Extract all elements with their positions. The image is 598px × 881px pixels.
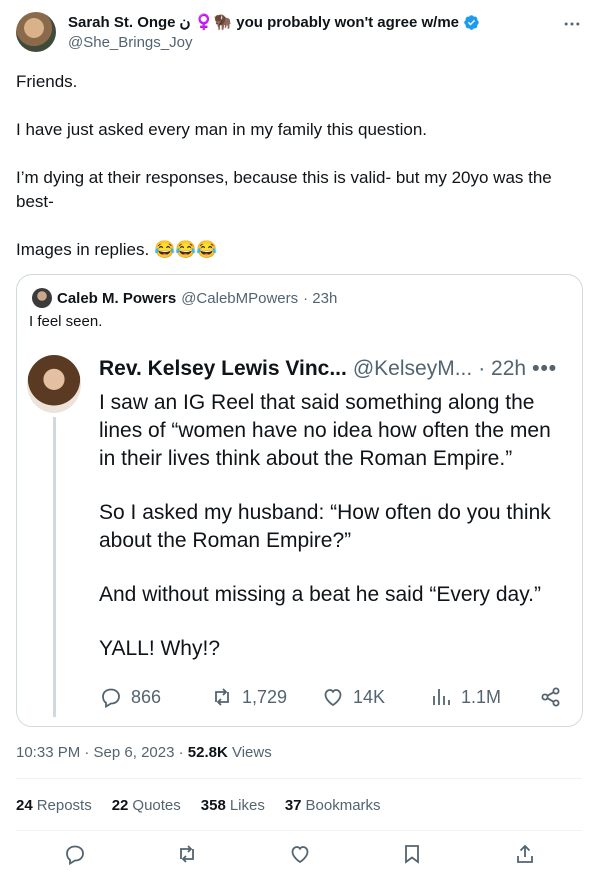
bookmarks-stat[interactable]: 37 Bookmarks bbox=[285, 797, 381, 814]
screenshot-author-handle: @KelseyM... bbox=[352, 357, 473, 380]
quote-text: I feel seen. bbox=[29, 313, 103, 330]
screenshot-avatar bbox=[27, 355, 81, 413]
reply-icon[interactable] bbox=[63, 842, 87, 866]
views-label: Views bbox=[231, 744, 272, 761]
author-display-name[interactable]: Sarah St. Onge bbox=[68, 14, 176, 31]
likes-count: 358 bbox=[200, 797, 226, 814]
tweet-timestamp: 10:33 PM · Sep 6, 2023 · 52.8K Views bbox=[16, 744, 272, 761]
tweet-paragraph: I’m dying at their responses, because th… bbox=[16, 168, 552, 211]
reposts-label: Reposts bbox=[36, 797, 92, 814]
timestamp-date[interactable]: 10:33 PM · Sep 6, 2023 · bbox=[16, 744, 184, 761]
thread-line bbox=[53, 417, 56, 717]
screenshot-views-count: 1.1M bbox=[461, 686, 502, 707]
screenshot-more-icon: ••• bbox=[532, 357, 558, 380]
screenshot-replies-count: 866 bbox=[131, 686, 162, 707]
quote-header: Caleb M. Powers @CalebMPowers · 23h bbox=[32, 288, 337, 308]
quotes-label: Quotes bbox=[132, 797, 181, 814]
views-icon bbox=[433, 689, 450, 705]
reply-icon bbox=[102, 688, 120, 709]
quoted-tweet[interactable]: Caleb M. Powers @CalebMPowers · 23h I fe… bbox=[16, 274, 583, 727]
screenshot-paragraph: So I asked my husband: “How often do you… bbox=[99, 501, 551, 552]
divider bbox=[16, 778, 582, 779]
reposts-stat[interactable]: 24 Reposts bbox=[16, 797, 92, 814]
tweet-paragraph: Images in replies. 😂😂😂 bbox=[16, 240, 218, 259]
quoted-screenshot: Rev. Kelsey Lewis Vinc... @KelseyM... · … bbox=[17, 343, 582, 726]
bookmark-icon[interactable] bbox=[400, 842, 424, 866]
more-icon[interactable] bbox=[562, 14, 582, 34]
quote-author-handle: @CalebMPowers bbox=[181, 289, 299, 307]
screenshot-likes-count: 14K bbox=[353, 686, 386, 707]
author-name-line: Sarah St. Onge ن ♀️🦬 you probably won't … bbox=[68, 13, 480, 31]
author-name-suffix: ن ♀️🦬 you probably won't agree w/me bbox=[179, 14, 460, 31]
bookmarks-label: Bookmarks bbox=[305, 797, 381, 814]
views-count: 52.8K bbox=[187, 744, 228, 761]
tweet-header: Sarah St. Onge ن ♀️🦬 you probably won't … bbox=[16, 12, 582, 56]
screenshot-text: I saw an IG Reel that said something alo… bbox=[99, 389, 569, 663]
quotes-stat[interactable]: 22 Quotes bbox=[112, 797, 181, 814]
divider bbox=[16, 830, 582, 831]
tweet-paragraph: Friends. bbox=[16, 72, 78, 91]
likes-stat[interactable]: 358 Likes bbox=[201, 797, 265, 814]
like-icon[interactable] bbox=[288, 842, 312, 866]
engagement-stats: 24 Reposts 22 Quotes 358 Likes 37 Bookmarks bbox=[16, 797, 381, 814]
quote-avatar bbox=[32, 288, 52, 308]
screenshot-paragraph: YALL! Why!? bbox=[99, 637, 220, 660]
reposts-count: 24 bbox=[16, 797, 33, 814]
author-handle[interactable]: @She_Brings_Joy bbox=[68, 34, 192, 51]
like-icon bbox=[324, 689, 342, 707]
verified-icon bbox=[464, 14, 479, 30]
tweet-text: Friends. I have just asked every man in … bbox=[16, 70, 582, 262]
repost-icon[interactable] bbox=[175, 842, 199, 866]
tweet-paragraph: I have just asked every man in my family… bbox=[16, 120, 428, 139]
screenshot-replies: 866 bbox=[99, 685, 161, 709]
screenshot-share bbox=[539, 685, 563, 709]
likes-label: Likes bbox=[229, 797, 265, 814]
screenshot-actions: 866 1,729 14K 1.1M bbox=[99, 685, 561, 713]
screenshot-likes: 14K bbox=[321, 685, 385, 709]
repost-icon bbox=[215, 688, 229, 706]
screenshot-header: Rev. Kelsey Lewis Vinc... @KelseyM... · … bbox=[99, 357, 557, 381]
bookmarks-count: 37 bbox=[284, 797, 302, 814]
screenshot-reposts: 1,729 bbox=[210, 685, 287, 709]
screenshot-time: · 22h bbox=[478, 357, 527, 380]
screenshot-views: 1.1M bbox=[429, 685, 501, 709]
quotes-count: 22 bbox=[111, 797, 129, 814]
screenshot-reposts-count: 1,729 bbox=[242, 686, 288, 707]
share-icon bbox=[541, 687, 560, 707]
quote-author-name: Caleb M. Powers bbox=[57, 289, 177, 307]
share-icon[interactable] bbox=[513, 842, 537, 866]
screenshot-paragraph: I saw an IG Reel that said something alo… bbox=[99, 391, 551, 470]
quote-time: · 23h bbox=[303, 289, 338, 307]
screenshot-paragraph: And without missing a beat he said “Ever… bbox=[99, 583, 541, 606]
author-avatar[interactable] bbox=[16, 12, 56, 52]
action-bar bbox=[0, 842, 598, 870]
screenshot-author-name: Rev. Kelsey Lewis Vinc... bbox=[99, 357, 347, 380]
